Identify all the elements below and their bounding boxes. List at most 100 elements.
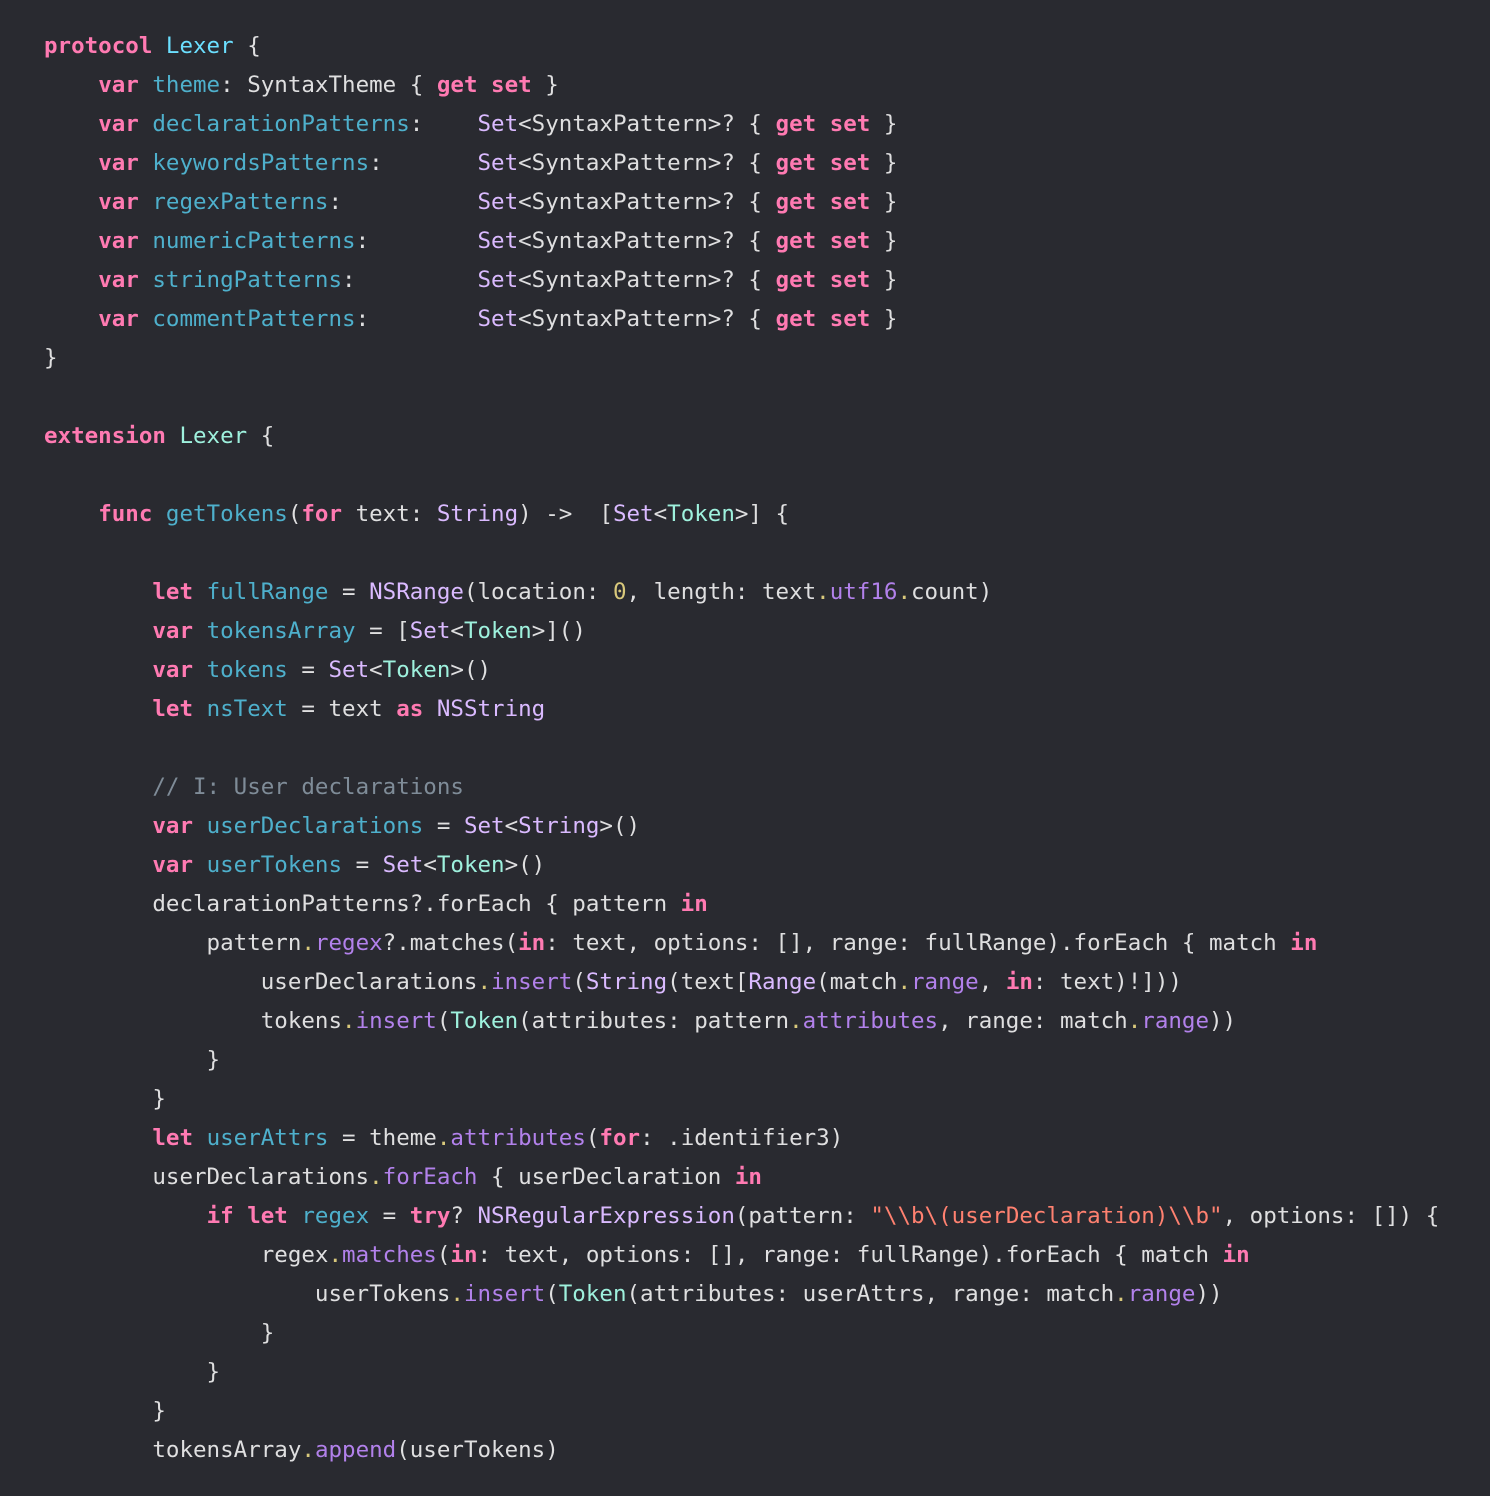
declaration-token: keywordsPatterns	[152, 150, 370, 176]
code-text: <SyntaxPattern>? {	[518, 228, 776, 254]
system-type-token: Set	[463, 813, 505, 839]
code-line[interactable]	[44, 729, 1439, 768]
code-text: <SyntaxPattern>? {	[518, 189, 776, 215]
code-text: :	[355, 228, 478, 254]
code-line[interactable]: // I: User declarations	[44, 768, 1439, 807]
code-line[interactable]: var commentPatterns: Set<SyntaxPattern>?…	[44, 300, 1439, 339]
code-text: {	[233, 33, 261, 59]
keyword-token: get	[775, 189, 817, 215]
member-access-dot: .	[450, 1281, 464, 1307]
code-line[interactable]: var userTokens = Set<Token>()	[44, 846, 1439, 885]
keyword-token: in	[734, 1164, 762, 1190]
code-line[interactable]: tokensArray.append(userTokens)	[44, 1431, 1439, 1470]
code-text: <SyntaxPattern>? {	[518, 306, 776, 332]
code-line[interactable]: var userDeclarations = Set<String>()	[44, 807, 1439, 846]
system-type-token: Set	[477, 189, 519, 215]
member-access-dot: .	[301, 1437, 315, 1463]
code-line[interactable]: let fullRange = NSRange(location: 0, len…	[44, 573, 1439, 612]
code-text: ?.matches(	[382, 930, 519, 956]
code-text: declarationPatterns?.forEach { pattern	[44, 891, 681, 917]
keyword-token: var	[152, 813, 194, 839]
code-text: }	[531, 72, 559, 98]
declaration-token: nsText	[206, 696, 288, 722]
code-line[interactable]: extension Lexer {	[44, 417, 1439, 456]
member-token: attributes	[802, 1008, 939, 1034]
code-line[interactable]: var stringPatterns: Set<SyntaxPattern>? …	[44, 261, 1439, 300]
keyword-token: set	[829, 306, 871, 332]
code-text: >]()	[531, 618, 586, 644]
declaration-token: declarationPatterns	[152, 111, 410, 137]
code-line[interactable]: var tokens = Set<Token>()	[44, 651, 1439, 690]
member-access-dot: .	[369, 1164, 383, 1190]
keyword-token: var	[152, 618, 194, 644]
member-access-dot: .	[436, 1125, 451, 1151]
code-line[interactable]	[44, 534, 1439, 573]
code-text: (	[436, 1242, 451, 1268]
code-text: = [	[355, 618, 410, 644]
member-token: range	[1141, 1008, 1210, 1034]
code-line[interactable]: userDeclarations.insert(String(text[Rang…	[44, 963, 1439, 1002]
code-line[interactable]	[44, 378, 1439, 417]
code-text: <SyntaxPattern>? {	[518, 150, 776, 176]
code-line[interactable]: }	[44, 339, 1439, 378]
declaration-token: fullRange	[206, 579, 329, 605]
code-line[interactable]: }	[44, 1392, 1439, 1431]
code-line[interactable]: }	[44, 1314, 1439, 1353]
member-token: insert	[463, 1281, 546, 1307]
code-line[interactable]: var theme: SyntaxTheme { get set }	[44, 66, 1439, 105]
keyword-token: var	[98, 150, 139, 176]
project-type-token: Token	[558, 1281, 627, 1307]
code-text: , options: []) {	[1222, 1203, 1440, 1229]
member-token: insert	[355, 1008, 437, 1034]
code-line[interactable]: var declarationPatterns: Set<SyntaxPatte…	[44, 105, 1439, 144]
declaration-token: regex	[301, 1203, 370, 1229]
member-token: insert	[491, 969, 573, 995]
keyword-token: in	[1005, 969, 1033, 995]
code-text: , length: text	[626, 579, 817, 605]
code-text: ))	[1209, 1008, 1237, 1034]
code-line[interactable]: func getTokens(for text: String) -> [Set…	[44, 495, 1439, 534]
code-line[interactable]: regex.matches(in: text, options: [], ran…	[44, 1236, 1439, 1275]
code-line[interactable]: pattern.regex?.matches(in: text, options…	[44, 924, 1439, 963]
code-line[interactable]: if let regex = try? NSRegularExpression(…	[44, 1197, 1440, 1236]
keyword-token: func	[98, 501, 153, 527]
code-line[interactable]: userDeclarations.forEach { userDeclarati…	[44, 1158, 1439, 1197]
code-line[interactable]: }	[44, 1080, 1439, 1119]
code-line[interactable]: }	[44, 1041, 1439, 1080]
code-line[interactable]: declarationPatterns?.forEach { pattern i…	[44, 885, 1439, 924]
code-line[interactable]: }	[44, 1353, 1439, 1392]
code-line[interactable]: var tokensArray = [Set<Token>]()	[44, 612, 1439, 651]
declaration-token: getTokens	[165, 501, 288, 527]
code-line[interactable]: var numericPatterns: Set<SyntaxPattern>?…	[44, 222, 1439, 261]
code-line[interactable]: tokens.insert(Token(attributes: pattern.…	[44, 1002, 1439, 1041]
code-text: ,	[978, 969, 1006, 995]
member-token: regex	[314, 930, 383, 956]
code-line[interactable]: var regexPatterns: Set<SyntaxPattern>? {…	[44, 183, 1439, 222]
code-text: }	[870, 111, 898, 137]
code-line[interactable]: userTokens.insert(Token(attributes: user…	[44, 1275, 1439, 1314]
code-text: }	[44, 1398, 166, 1424]
code-text: (	[572, 969, 586, 995]
code-line[interactable]: let nsText = text as NSString	[44, 690, 1439, 729]
member-access-dot: .	[328, 1242, 343, 1268]
project-type-token: Lexer	[179, 423, 248, 449]
keyword-token: set	[829, 228, 871, 254]
code-line[interactable]: var keywordsPatterns: Set<SyntaxPattern>…	[44, 144, 1439, 183]
code-line[interactable]: protocol Lexer {	[44, 27, 1439, 66]
declaration-token: userTokens	[206, 852, 343, 878]
code-line[interactable]: let userAttrs = theme.attributes(for: .i…	[44, 1119, 1439, 1158]
code-text: <SyntaxPattern>? {	[518, 267, 776, 293]
keyword-token: set	[829, 189, 871, 215]
keyword-token: let	[152, 696, 194, 722]
code-text: }	[44, 345, 58, 371]
code-editor[interactable]: protocol Lexer { var theme: SyntaxTheme …	[44, 27, 1439, 1470]
code-line[interactable]	[44, 456, 1439, 495]
